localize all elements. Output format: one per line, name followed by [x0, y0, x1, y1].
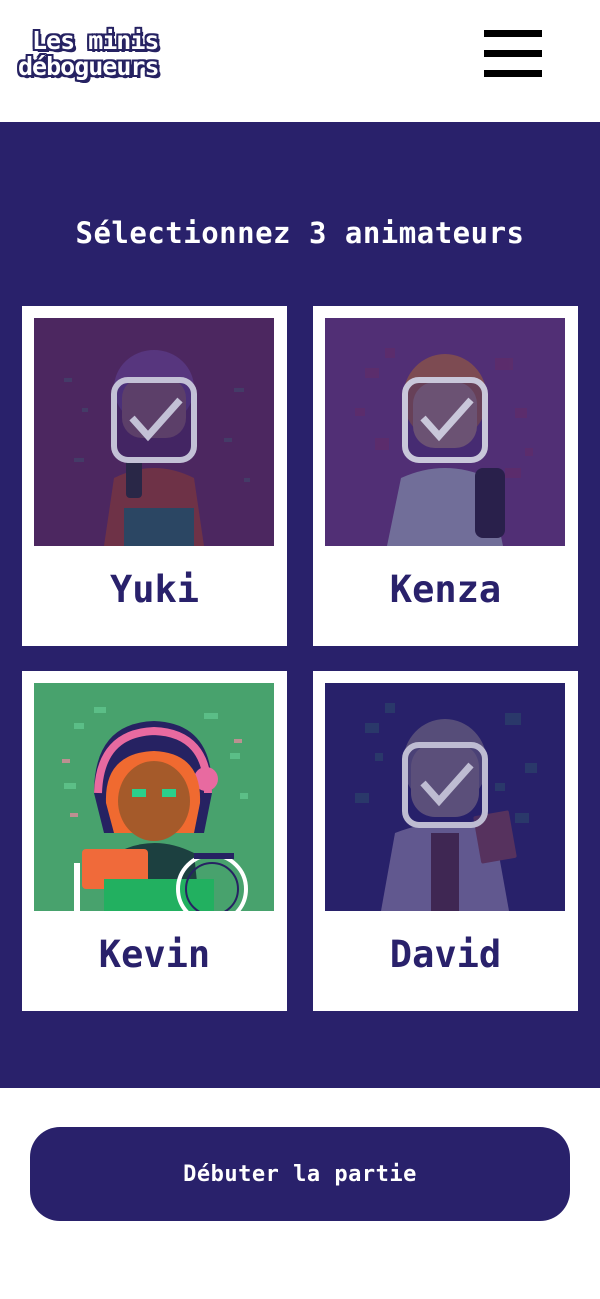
host-name: David [389, 933, 502, 976]
brand-logo[interactable]: Les minis débogueurs [18, 28, 174, 84]
menu-bar [484, 50, 542, 57]
host-name: Kenza [389, 568, 502, 611]
host-selection-panel: Sélectionnez 3 animateurs Yuki Kenza Kev… [0, 122, 600, 1088]
hamburger-menu-icon[interactable] [484, 30, 542, 78]
page-title: Sélectionnez 3 animateurs [75, 216, 525, 250]
menu-bar [484, 30, 542, 37]
host-portrait [34, 683, 274, 911]
host-name: Yuki [109, 568, 200, 611]
host-card-david[interactable]: David [313, 671, 578, 1011]
menu-bar [484, 70, 542, 77]
site-header: Les minis débogueurs [0, 0, 600, 122]
host-portrait [325, 683, 565, 911]
brand-logo-line-2: débogueurs [18, 52, 160, 81]
start-game-button[interactable]: Débuter la partie [30, 1127, 570, 1221]
brand-logo-line-1: Les minis [32, 26, 159, 55]
host-portrait [325, 318, 565, 546]
host-portrait [34, 318, 274, 546]
host-name: Kevin [98, 933, 211, 976]
host-card-kenza[interactable]: Kenza [313, 306, 578, 646]
host-card-kevin[interactable]: Kevin [22, 671, 287, 1011]
host-card-yuki[interactable]: Yuki [22, 306, 287, 646]
